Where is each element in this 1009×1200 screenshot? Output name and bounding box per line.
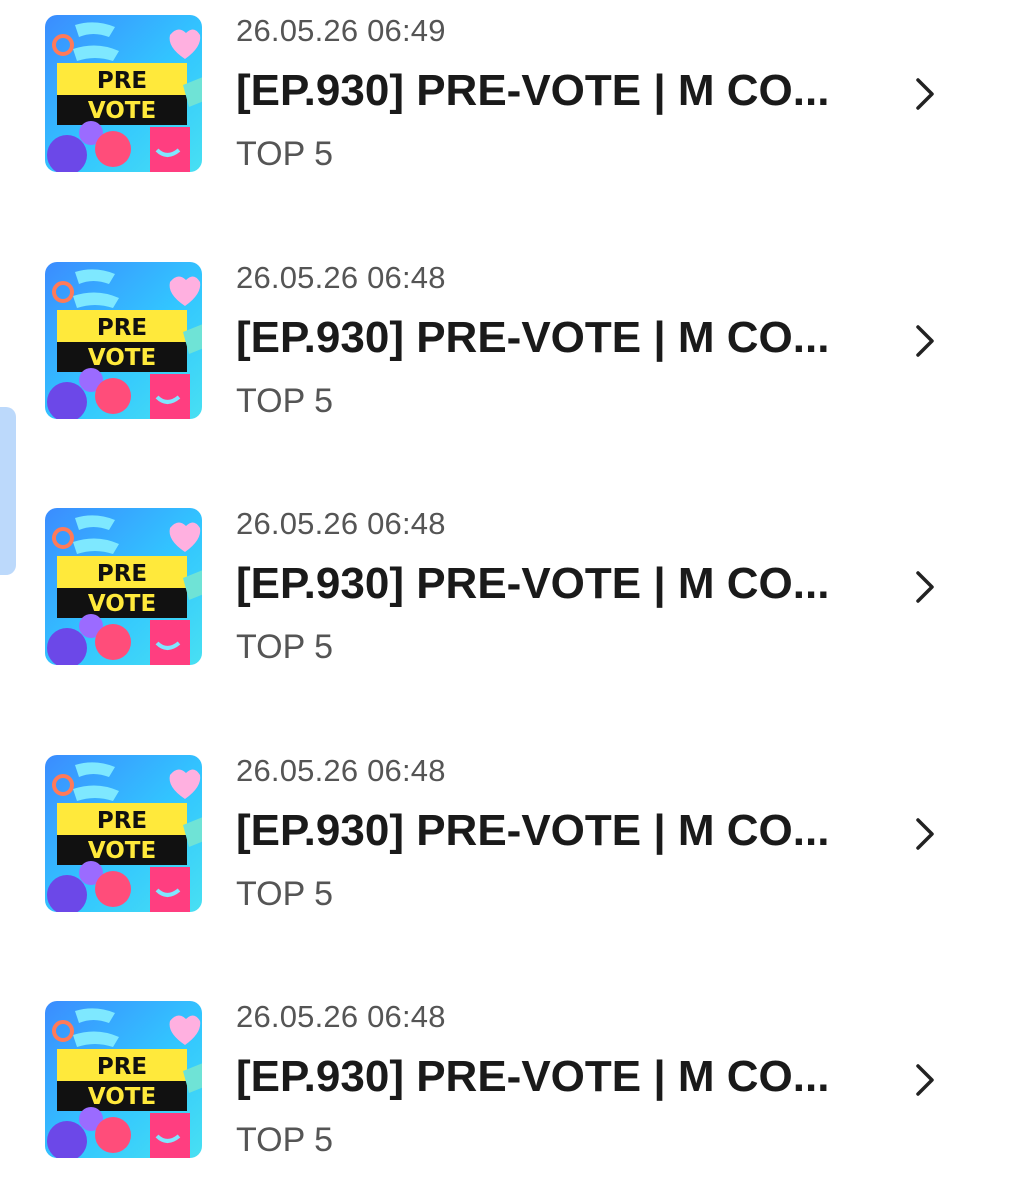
item-date: 26.05.26 06:49: [236, 13, 446, 48]
item-title: [EP.930] PRE-VOTE | M CO...: [236, 313, 830, 362]
svg-text:VOTE: VOTE: [88, 591, 156, 617]
item-subtitle: TOP 5: [236, 1121, 334, 1159]
thumbnail-image: PRE VOTE: [45, 1001, 202, 1158]
item-subtitle: TOP 5: [236, 135, 334, 173]
chevron-right-icon[interactable]: [910, 321, 940, 361]
item-title: [EP.930] PRE-VOTE | M CO...: [236, 559, 830, 608]
item-subtitle: TOP 5: [236, 875, 334, 913]
item-subtitle: TOP 5: [236, 382, 334, 420]
list-item[interactable]: PRE VOTE 26.05.26 06:48 [EP.930] PRE-VOT…: [0, 247, 1009, 447]
item-title: [EP.930] PRE-VOTE | M CO...: [236, 66, 830, 115]
item-title: [EP.930] PRE-VOTE | M CO...: [236, 806, 830, 855]
svg-text:PRE: PRE: [97, 315, 147, 341]
item-date: 26.05.26 06:48: [236, 753, 446, 788]
svg-text:VOTE: VOTE: [88, 1084, 156, 1110]
thumbnail-image: PRE VOTE: [45, 262, 202, 419]
svg-text:PRE: PRE: [97, 1054, 147, 1080]
svg-text:VOTE: VOTE: [88, 98, 156, 124]
list-item[interactable]: PRE VOTE 26.05.26 06:49 [EP.930] PRE-VOT…: [0, 0, 1009, 200]
list-item[interactable]: PRE VOTE 26.05.26 06:48 [EP.930] PRE-VOT…: [0, 740, 1009, 940]
item-date: 26.05.26 06:48: [236, 506, 446, 541]
chevron-right-icon[interactable]: [910, 814, 940, 854]
thumbnail-image: PRE VOTE: [45, 15, 202, 172]
vote-history-list: PRE VOTE 26.05.26 06:49 [EP.930] PRE-VOT…: [0, 0, 1009, 1200]
list-item[interactable]: PRE VOTE 26.05.26 06:48 [EP.930] PRE-VOT…: [0, 986, 1009, 1186]
item-date: 26.05.26 06:48: [236, 260, 446, 295]
chevron-right-icon[interactable]: [910, 74, 940, 114]
item-date: 26.05.26 06:48: [236, 999, 446, 1034]
svg-text:PRE: PRE: [97, 808, 147, 834]
item-title: [EP.930] PRE-VOTE | M CO...: [236, 1052, 830, 1101]
svg-text:PRE: PRE: [97, 561, 147, 587]
svg-text:VOTE: VOTE: [88, 838, 156, 864]
list-item[interactable]: PRE VOTE 26.05.26 06:48 [EP.930] PRE-VOT…: [0, 493, 1009, 693]
thumbnail-image: PRE VOTE: [45, 508, 202, 665]
svg-text:PRE: PRE: [97, 68, 147, 94]
chevron-right-icon[interactable]: [910, 567, 940, 607]
svg-text:VOTE: VOTE: [88, 345, 156, 371]
chevron-right-icon[interactable]: [910, 1060, 940, 1100]
item-subtitle: TOP 5: [236, 628, 334, 666]
thumbnail-image: PRE VOTE: [45, 755, 202, 912]
